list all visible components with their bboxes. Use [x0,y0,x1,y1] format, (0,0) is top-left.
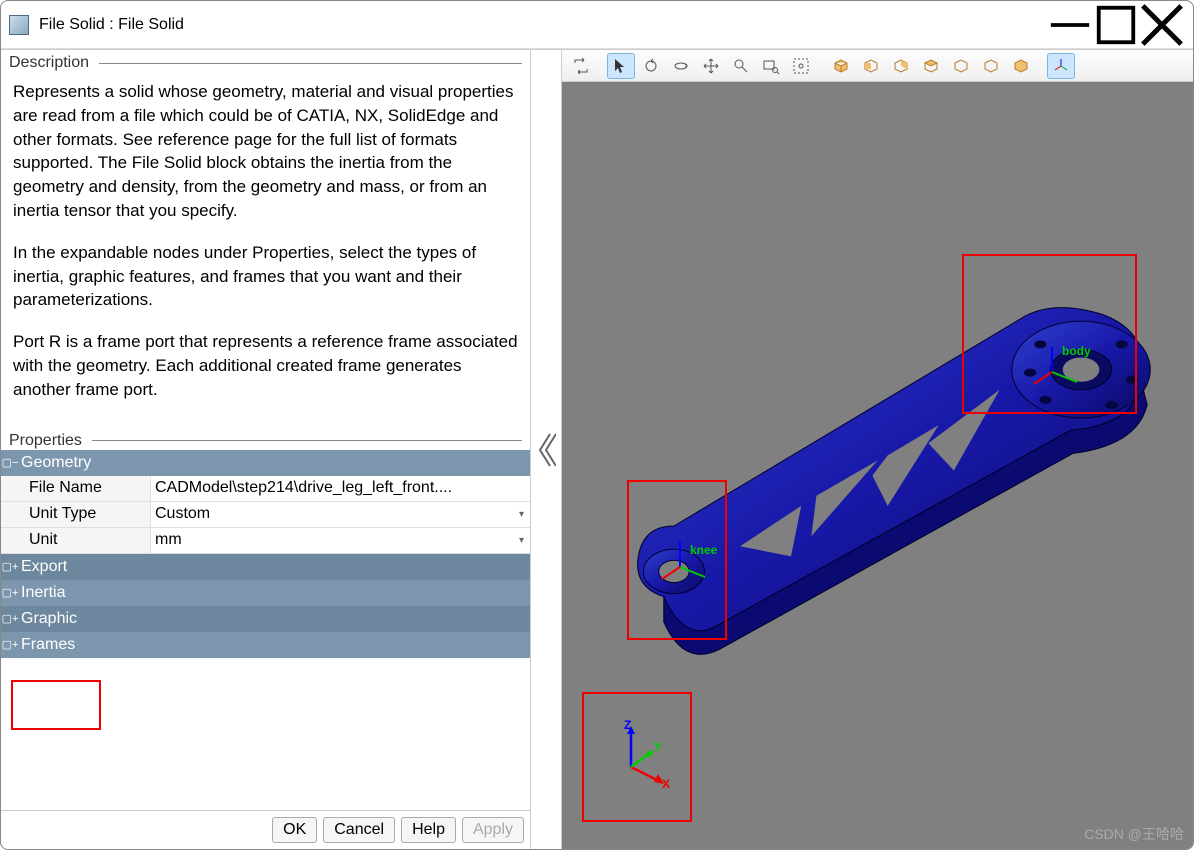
inertia-node[interactable]: ▢+ Inertia [1,580,530,606]
axis-x-label: X [662,777,670,791]
frame-label-body: body [1062,344,1091,358]
view-bottom-tool[interactable] [947,53,975,79]
zoom-tool[interactable] [727,53,755,79]
viewport-toolbar [562,50,1193,82]
ok-button[interactable]: OK [272,817,317,843]
graphic-node[interactable]: ▢+ Graphic [1,606,530,632]
export-label: Export [19,558,67,576]
export-node[interactable]: ▢+ Export [1,554,530,580]
file-name-input[interactable] [155,479,526,497]
collapse-splitter[interactable] [531,50,561,849]
main-area: Description Represents a solid whose geo… [1,49,1193,849]
select-tool[interactable] [607,53,635,79]
description-para-3: Port R is a frame port that represents a… [13,330,518,401]
viewport-panel: body knee Z X Y [561,50,1193,849]
left-panel: Description Represents a solid whose geo… [1,50,531,849]
unit-type-label: Unit Type [1,502,151,527]
viewport-3d[interactable]: body knee Z X Y [562,82,1193,849]
file-name-label: File Name [1,476,151,501]
chevron-down-icon: ▾ [519,535,524,546]
file-solid-icon [9,15,29,35]
watermark: CSDN @王哈哈 [1084,824,1184,844]
unit-type-value[interactable]: Custom ▾ [151,502,530,527]
chevron-left-icon [536,430,556,470]
toolbar-separator [597,53,605,79]
chevron-down-icon: ▾ [519,509,524,520]
frame-gizmo-knee: knee [660,537,720,590]
expand-icon: ▢+ [1,612,19,625]
frames-node[interactable]: ▢+ Frames [1,632,530,658]
toolbar-separator [1037,53,1045,79]
unit-type-row: Unit Type Custom ▾ [1,502,530,528]
unit-row: Unit mm ▾ [1,528,530,554]
expand-icon: ▢+ [1,638,19,651]
cancel-button[interactable]: Cancel [323,817,395,843]
zoom-region-tool[interactable] [757,53,785,79]
button-bar: OK Cancel Help Apply [1,810,530,849]
unit-selected: mm [155,531,182,549]
view-front-tool[interactable] [857,53,885,79]
unit-type-selected: Custom [155,505,210,523]
frames-label: Frames [19,636,75,654]
minimize-icon [1047,2,1093,48]
collapse-icon: ▢− [1,456,19,469]
window-title: File Solid : File Solid [39,16,1047,34]
geometry-node[interactable]: ▢− Geometry [1,450,530,476]
fit-view-tool[interactable] [787,53,815,79]
file-name-value[interactable] [151,476,530,501]
apply-button[interactable]: Apply [462,817,524,843]
maximize-button[interactable] [1093,9,1139,41]
show-frame-tool[interactable] [1047,53,1075,79]
window-controls [1047,9,1185,41]
description-label: Description [9,54,89,72]
axis-y-label: Y [654,740,662,754]
maximize-icon [1093,2,1139,48]
file-name-row: File Name [1,476,530,502]
expand-icon: ▢+ [1,560,19,573]
unit-label: Unit [1,528,151,553]
description-body: Represents a solid whose geometry, mater… [1,72,530,428]
sync-tool[interactable] [567,53,595,79]
description-header: Description [1,50,530,72]
inertia-label: Inertia [19,584,65,602]
view-top-tool[interactable] [917,53,945,79]
view-back-tool[interactable] [887,53,915,79]
minimize-button[interactable] [1047,9,1093,41]
unit-value[interactable]: mm ▾ [151,528,530,553]
description-para-2: In the expandable nodes under Properties… [13,241,518,312]
graphic-label: Graphic [19,610,77,628]
geometry-label: Geometry [19,454,91,472]
close-button[interactable] [1139,9,1185,41]
spin-tool[interactable] [667,53,695,79]
frame-gizmo-body: body [1032,342,1092,395]
pan-tool[interactable] [697,53,725,79]
properties-header: Properties [1,428,530,450]
property-tree: ▢− Geometry File Name Unit Type Custom ▾ [1,450,530,810]
toolbar-separator [817,53,825,79]
axis-z-label: Z [624,718,631,732]
frame-label-knee: knee [690,543,717,557]
rotate-tool[interactable] [637,53,665,79]
view-iso-tool[interactable] [827,53,855,79]
dialog-window: File Solid : File Solid Description Repr… [0,0,1194,850]
expand-icon: ▢+ [1,586,19,599]
properties-label: Properties [9,432,82,450]
help-button[interactable]: Help [401,817,456,843]
view-left-tool[interactable] [977,53,1005,79]
titlebar[interactable]: File Solid : File Solid [1,1,1193,49]
view-right-tool[interactable] [1007,53,1035,79]
world-axis-gizmo: Z X Y [606,722,676,795]
description-para-1: Represents a solid whose geometry, mater… [13,80,518,223]
close-icon [1139,2,1185,48]
